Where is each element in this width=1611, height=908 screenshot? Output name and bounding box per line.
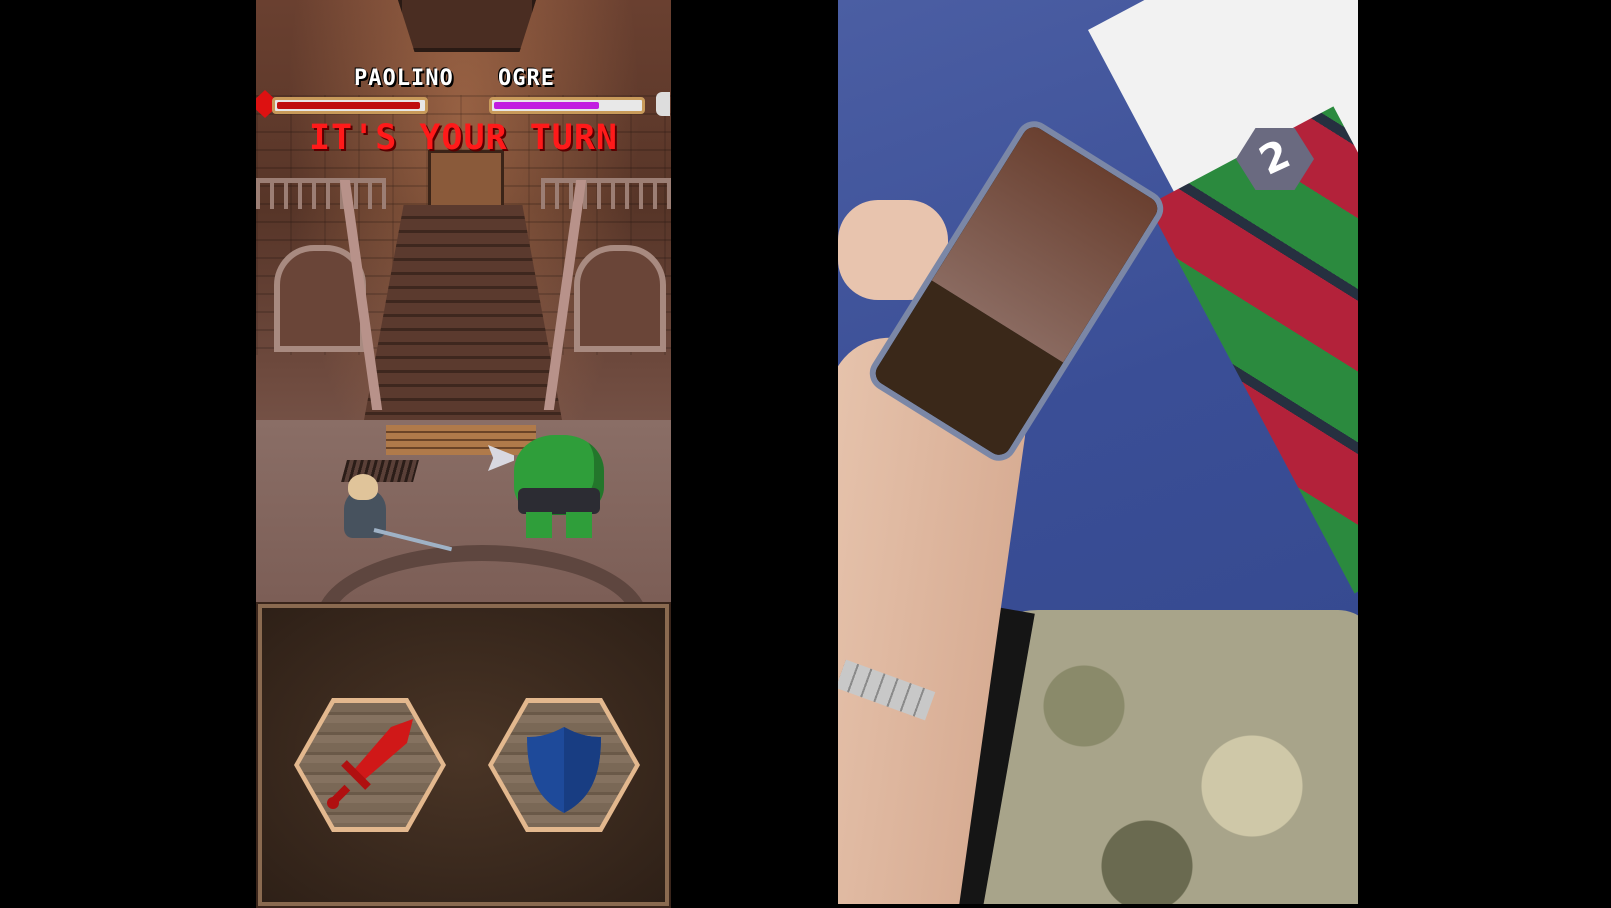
sword-pommel [327, 797, 339, 809]
defend-button-wood [493, 703, 635, 827]
balcony-left [256, 178, 386, 209]
shield-icon [527, 727, 601, 813]
turn-indicator: IT'S YOUR TURN [308, 118, 618, 158]
battle-scene: PAOLINO OGRE IT'S YOUR TURN [256, 0, 671, 602]
sword-blade [353, 719, 413, 781]
ogre-legs [526, 512, 592, 538]
player-name: PAOLINO [354, 66, 454, 91]
ogre-armor [518, 488, 600, 514]
attack-button[interactable] [294, 698, 446, 832]
shield-shade [564, 727, 601, 813]
sword-icon [327, 719, 413, 809]
skull-icon [656, 92, 670, 116]
ceiling-chandelier [398, 0, 536, 52]
player-health-fill [277, 102, 421, 109]
camera-photo: 2 [838, 0, 1358, 904]
balcony-right [541, 178, 671, 209]
enemy-health-fill [494, 102, 600, 109]
attack-button-wood [299, 703, 441, 827]
enemy-name: OGRE [498, 66, 555, 91]
action-panel [258, 604, 669, 906]
game-screen: PAOLINO OGRE IT'S YOUR TURN [256, 0, 671, 908]
wall-niche-right [574, 245, 666, 352]
defend-button[interactable] [488, 698, 640, 832]
player-health-bar [272, 97, 428, 114]
wood-planks [386, 425, 536, 455]
enemy-health-bar [489, 97, 645, 114]
player-character-head [348, 474, 378, 500]
